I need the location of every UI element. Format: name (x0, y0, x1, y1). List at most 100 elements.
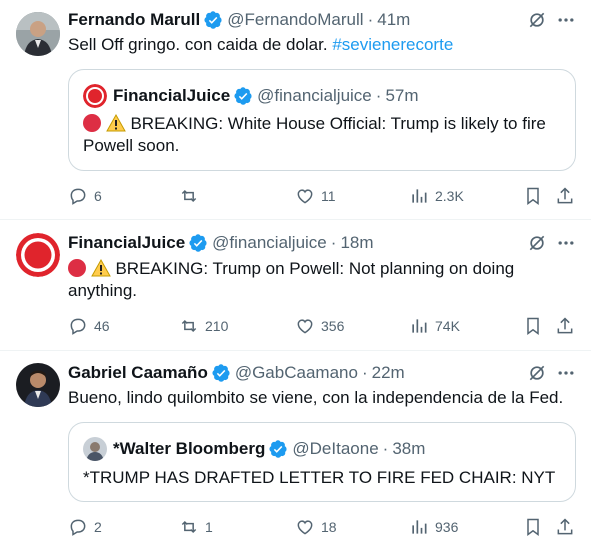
grok-icon[interactable] (527, 10, 547, 30)
share-button[interactable] (555, 517, 575, 537)
like-count: 11 (321, 188, 336, 204)
reply-button[interactable]: 46 (68, 316, 110, 336)
views-button[interactable]: 74K (409, 316, 460, 336)
bookmark-button[interactable] (523, 517, 543, 537)
bookmark-button[interactable] (523, 316, 543, 336)
retweet-button[interactable] (179, 186, 205, 206)
retweet-icon (181, 189, 197, 203)
tweet-time[interactable]: 18m (340, 233, 373, 253)
financialjuice-logo-icon (83, 84, 107, 108)
quoted-tweet[interactable]: *Walter Bloomberg @DeItaone · 38m *TRUMP… (68, 422, 576, 502)
quoted-author-name: *Walter Bloomberg (113, 439, 266, 458)
more-icon[interactable] (556, 10, 576, 30)
reply-count: 46 (94, 318, 110, 334)
verified-badge-icon (204, 11, 222, 29)
quoted-avatar[interactable] (83, 84, 107, 108)
warning-icon (90, 259, 111, 277)
author-name[interactable]: FinancialJuice (68, 233, 185, 253)
views-icon (412, 189, 427, 203)
reply-icon (70, 318, 86, 335)
retweet-icon (181, 319, 197, 333)
verified-badge-icon (212, 364, 230, 382)
bookmark-icon (527, 187, 539, 205)
author-handle[interactable]: @GabCaamano (235, 363, 358, 383)
quoted-handle: @financialjuice (257, 86, 372, 105)
tweet-time[interactable]: 22m (372, 363, 405, 383)
views-button[interactable]: 2.3K (409, 186, 464, 206)
reply-button[interactable]: 6 (68, 186, 102, 206)
quoted-header: FinancialJuice @financialjuice · 57m (113, 86, 419, 106)
quoted-text-body: *TRUMP HAS DRAFTED LETTER TO FIRE FED CH… (83, 468, 556, 487)
reply-button[interactable]: 2 (68, 517, 102, 537)
share-icon (557, 187, 573, 204)
tweet-gabriel[interactable]: Gabriel Caamaño @GabCaamano · 22m Bueno,… (0, 351, 591, 551)
tweet-fernando[interactable]: Fernando Marull @FernandoMarull · 41m Se… (0, 0, 591, 219)
separator-dot: · (361, 363, 368, 382)
quoted-header: *Walter Bloomberg @DeItaone · 38m (113, 439, 425, 459)
share-icon (557, 518, 573, 535)
quoted-handle: @DeItaone (292, 439, 379, 458)
view-count: 74K (435, 318, 460, 334)
quoted-tweet[interactable]: FinancialJuice @financialjuice · 57m BRE… (68, 69, 576, 171)
views-button[interactable]: 936 (409, 517, 458, 537)
tweet-actions: 2 1 18 936 (68, 517, 578, 537)
like-icon (297, 189, 313, 204)
bookmark-icon (527, 518, 539, 536)
avatar-gabriel[interactable] (16, 363, 60, 407)
like-icon (297, 319, 313, 334)
avatar-financialjuice[interactable] (16, 233, 60, 277)
tweet-text-body: Sell Off gringo. con caida de dolar. (68, 35, 328, 54)
red-circle-icon (68, 259, 86, 277)
more-icon[interactable] (556, 363, 576, 383)
like-button[interactable]: 356 (295, 316, 344, 336)
retweet-button[interactable]: 210 (179, 316, 228, 336)
quoted-time: 38m (392, 439, 426, 458)
quoted-text-line2: Powell soon. (83, 136, 180, 155)
retweet-button[interactable]: 1 (179, 517, 213, 537)
like-button[interactable]: 18 (295, 517, 337, 537)
author-handle[interactable]: @FernandoMarull (227, 10, 363, 30)
quoted-text: BREAKING: White House Official: Trump is… (83, 113, 546, 157)
views-icon (412, 520, 427, 534)
tweet-header: Gabriel Caamaño @GabCaamano · 22m (68, 363, 405, 383)
retweet-count: 1 (205, 519, 213, 535)
views-icon (412, 319, 427, 333)
separator-dot: · (382, 439, 389, 458)
quoted-text: *TRUMP HAS DRAFTED LETTER TO FIRE FED CH… (83, 467, 555, 489)
tweet-text: Bueno, lindo quilombito se viene, con la… (68, 387, 563, 409)
like-icon (297, 520, 313, 535)
verified-badge-icon (269, 440, 287, 458)
reply-icon (70, 188, 86, 205)
quoted-time: 57m (385, 86, 419, 105)
tweet-text-line2: anything. (68, 281, 137, 300)
avatar-fernando[interactable] (16, 12, 60, 56)
tweet-text: BREAKING: Trump on Powell: Not planning … (68, 258, 514, 302)
tweet-financialjuice[interactable]: FinancialJuice @financialjuice · 18m BRE… (0, 220, 591, 350)
share-button[interactable] (555, 186, 575, 206)
hashtag-link[interactable]: #sevienerecorte (332, 35, 453, 54)
quoted-avatar[interactable] (83, 437, 107, 461)
reply-count: 6 (94, 188, 102, 204)
more-icon[interactable] (556, 233, 576, 253)
bookmark-button[interactable] (523, 186, 543, 206)
tweet-text: Sell Off gringo. con caida de dolar. #se… (68, 34, 453, 56)
author-handle[interactable]: @financialjuice (212, 233, 327, 253)
like-button[interactable]: 11 (295, 186, 336, 206)
red-circle-icon (83, 114, 101, 132)
tweet-text-body: Bueno, lindo quilombito se viene, con la… (68, 388, 564, 407)
quoted-text-line1: BREAKING: White House Official: Trump is… (130, 114, 546, 133)
share-button[interactable] (555, 316, 575, 336)
author-name[interactable]: Gabriel Caamaño (68, 363, 208, 383)
grok-icon[interactable] (527, 363, 547, 383)
author-name[interactable]: Fernando Marull (68, 10, 200, 30)
separator-dot: · (367, 10, 374, 29)
person-photo-icon (16, 12, 60, 56)
view-count: 936 (435, 519, 459, 535)
like-count: 356 (321, 318, 345, 334)
tweet-time[interactable]: 41m (377, 10, 410, 30)
tweet-header: Fernando Marull @FernandoMarull · 41m (68, 10, 410, 30)
tweet-actions: 46 210 356 74K (68, 316, 578, 336)
grok-icon[interactable] (527, 233, 547, 253)
view-count: 2.3K (435, 188, 464, 204)
person-photo-icon (83, 437, 107, 461)
